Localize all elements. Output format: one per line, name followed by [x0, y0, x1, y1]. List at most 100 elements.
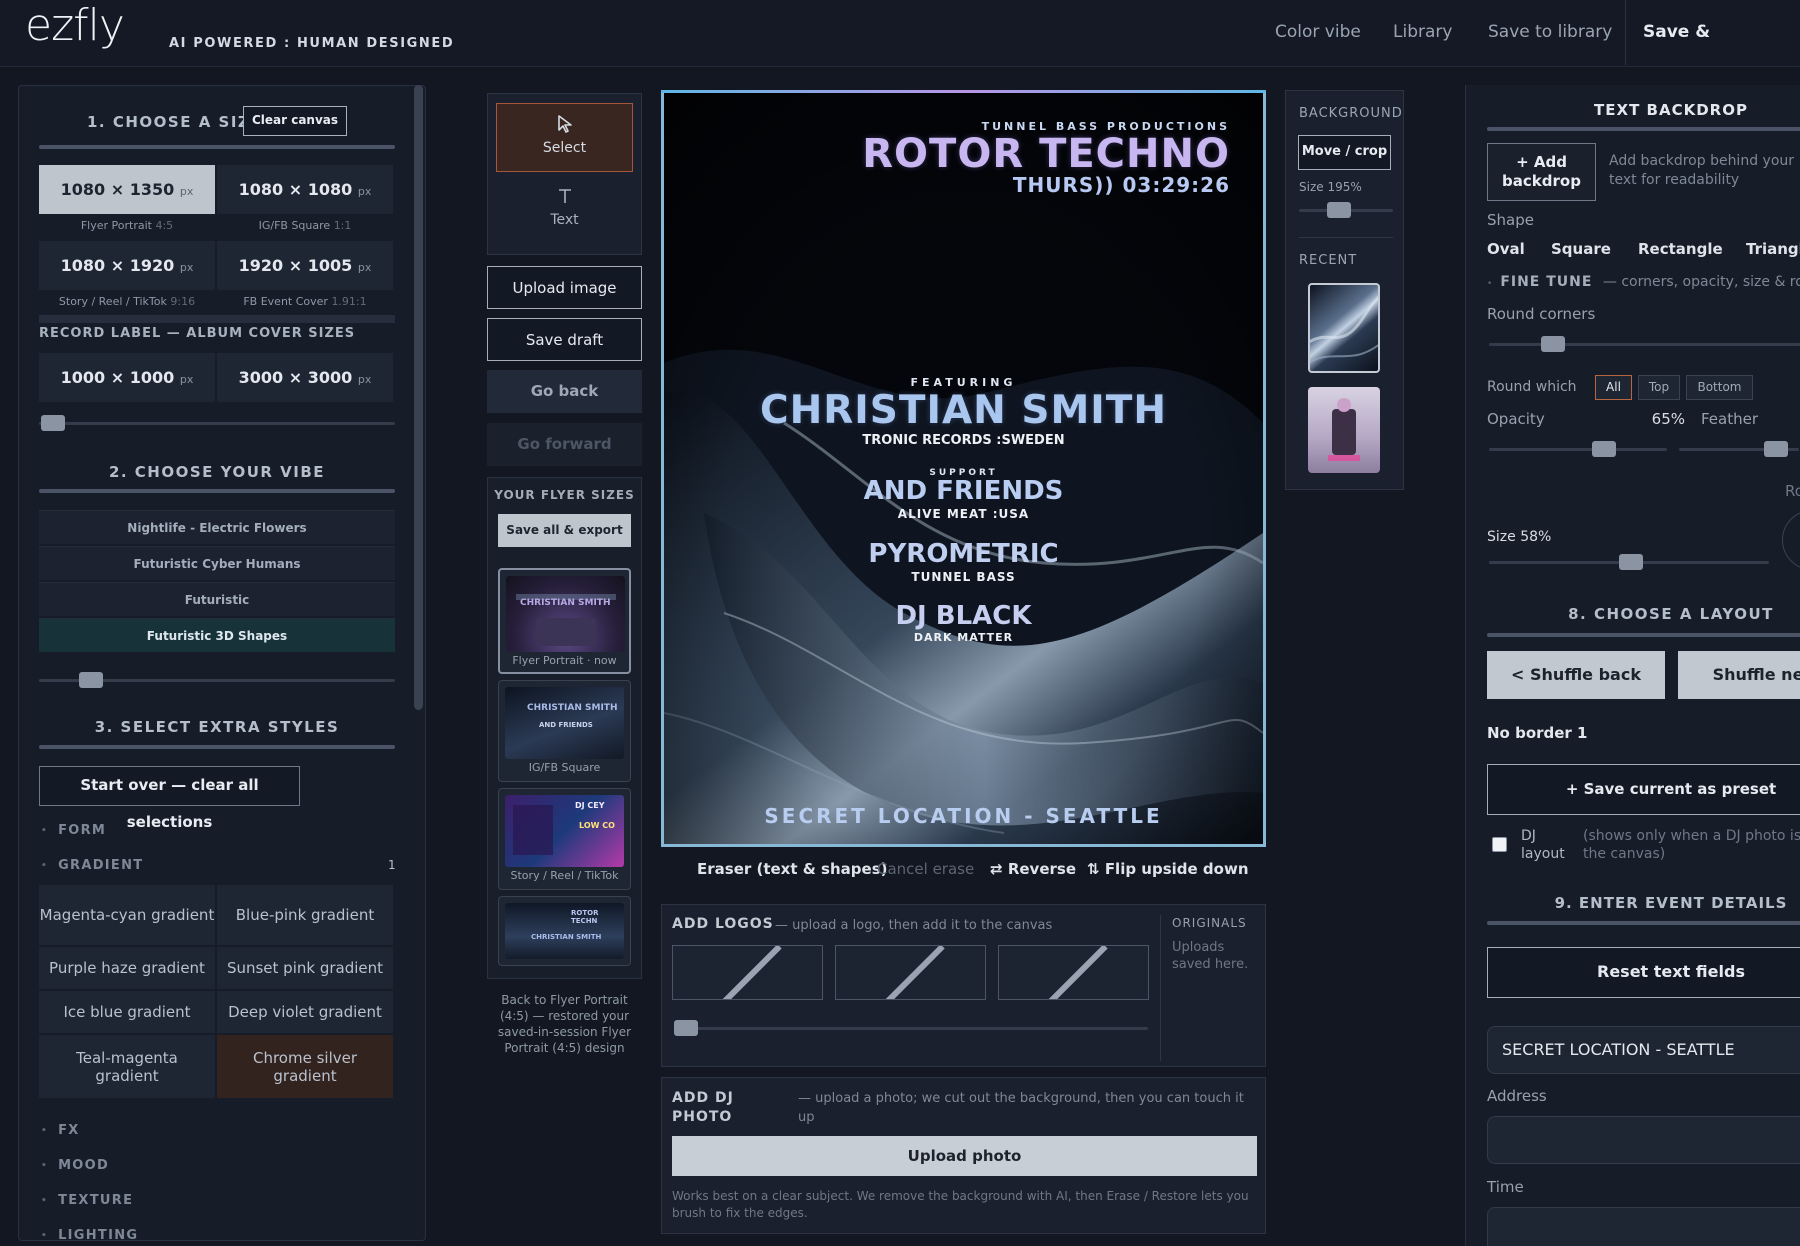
nav-save-to-library[interactable]: Save to library	[1488, 0, 1612, 65]
canvas-act4[interactable]: DJ BLACK	[664, 601, 1263, 631]
clear-canvas-button[interactable]: Clear canvas	[243, 106, 347, 136]
canvas-top-accent	[661, 90, 1266, 93]
dj-layout-checkbox[interactable]	[1492, 837, 1507, 852]
app-logo[interactable]: ezfly	[25, 0, 125, 52]
text-tool[interactable]: Text	[496, 176, 633, 245]
cancel-erase-button[interactable]: Cancel erase	[877, 860, 974, 878]
canvas-act3-sub[interactable]: TUNNEL BASS	[664, 570, 1263, 584]
upload-image-button[interactable]: Upload image	[487, 266, 642, 309]
vibe-electric-flowers[interactable]: Nightlife - Electric Flowers	[39, 510, 395, 544]
gradient-teal-magenta[interactable]: Teal-magenta gradient	[39, 1035, 215, 1098]
select-tool[interactable]: Select	[496, 103, 633, 172]
canvas-act4-sub[interactable]: DARK MATTER	[664, 631, 1263, 644]
round-top-option[interactable]: Top	[1638, 375, 1680, 400]
gradient-chrome-silver[interactable]: Chrome silver gradient	[217, 1035, 393, 1098]
vibe-3d-shapes[interactable]: Futuristic 3D Shapes	[39, 618, 395, 652]
gradient-blue-pink[interactable]: Blue-pink gradient	[217, 885, 393, 945]
vibe-cyber-humans[interactable]: Futuristic Cyber Humans	[39, 546, 395, 580]
originals-hint: Uploads saved here.	[1172, 940, 1249, 972]
round-corners-thumb[interactable]	[1541, 336, 1565, 352]
flyer-size-thumb-portrait[interactable]: CHRISTIAN SMITH Flyer Portrait · now	[498, 568, 631, 674]
flip-button[interactable]: ⇅ Flip upside down	[1087, 860, 1249, 878]
nav-save-download[interactable]: Save & Download	[1643, 0, 1800, 107]
address-input[interactable]	[1487, 1116, 1800, 1164]
fine-tune-toggle[interactable]: • FINE TUNE — corners, opacity, size & ro…	[1487, 274, 1800, 290]
nav-color-vibe[interactable]: Color vibe	[1275, 0, 1361, 65]
shape-triangle[interactable]: Triangle	[1746, 240, 1800, 258]
logo-slot-2[interactable]	[835, 945, 986, 1000]
address-label: Address	[1487, 1087, 1547, 1105]
text-backdrop-title: TEXT BACKDROP	[1594, 101, 1748, 119]
canvas-support-sub[interactable]: ALIVE MEAT :USA	[664, 507, 1263, 521]
logo-slot-1[interactable]	[672, 945, 823, 1000]
category-mood[interactable]: MOOD	[41, 1158, 109, 1173]
size-album-3000[interactable]: 3000 × 3000 px	[217, 353, 393, 402]
category-fx[interactable]: FX	[41, 1123, 80, 1138]
size-flyer-portrait[interactable]: 1080 × 1350 px	[39, 165, 215, 214]
save-preset-button[interactable]: + Save current as preset	[1487, 764, 1800, 815]
logos-scroll-thumb[interactable]	[674, 1020, 698, 1036]
gradient-purple-haze[interactable]: Purple haze gradient	[39, 947, 215, 989]
shape-oval[interactable]: Oval	[1487, 240, 1525, 258]
gradient-ice-blue[interactable]: Ice blue gradient	[39, 991, 215, 1033]
gradient-deep-violet[interactable]: Deep violet gradient	[217, 991, 393, 1033]
gradient-magenta-cyan[interactable]: Magenta-cyan gradient	[39, 885, 215, 945]
reverse-button[interactable]: ⇄ Reverse	[990, 860, 1076, 878]
background-size-thumb[interactable]	[1327, 202, 1351, 218]
size-story[interactable]: 1080 × 1920 px	[39, 241, 215, 290]
shape-rectangle[interactable]: Rectangle	[1638, 240, 1723, 258]
rotation-dial[interactable]	[1782, 510, 1800, 570]
backdrop-size-thumb[interactable]	[1619, 554, 1643, 570]
size-dims: 1920 × 1005	[238, 256, 353, 275]
size-fb-cover[interactable]: 1920 × 1005 px	[217, 241, 393, 290]
canvas-event-title[interactable]: ROTOR TECHNO	[862, 131, 1230, 177]
category-form[interactable]: FORM	[41, 823, 106, 838]
start-over-button[interactable]: Start over — clear all selections	[39, 766, 300, 831]
move-crop-button[interactable]: Move / crop	[1298, 135, 1391, 170]
size-ig-square[interactable]: 1080 × 1080 px	[217, 165, 393, 214]
size-album-1000[interactable]: 1000 × 1000 px	[39, 353, 215, 402]
category-texture[interactable]: TEXTURE	[41, 1193, 133, 1208]
left-panel-scrollbar[interactable]	[414, 85, 423, 710]
save-all-export-button[interactable]: Save all & export	[498, 514, 631, 547]
size-scroll-thumb[interactable]	[41, 415, 65, 431]
canvas-headliner-sub[interactable]: TRONIC RECORDS :SWEDEN	[664, 433, 1263, 448]
canvas-datetime[interactable]: THURS)) 03:29:26	[1013, 173, 1230, 197]
flyer-size-thumb-square[interactable]: CHRISTIAN SMITH AND FRIENDS IG/FB Square	[498, 680, 631, 782]
thumbnail-label: IG/FB Square	[528, 761, 601, 774]
shuffle-back-button[interactable]: < Shuffle back	[1487, 651, 1665, 699]
shape-square[interactable]: Square	[1551, 240, 1611, 258]
canvas-support-act[interactable]: AND FRIENDS	[664, 476, 1263, 506]
time-input[interactable]	[1487, 1207, 1800, 1246]
vibe-scroll-thumb[interactable]	[79, 672, 103, 688]
opacity-thumb[interactable]	[1592, 441, 1616, 457]
go-forward-button[interactable]: Go forward	[487, 423, 642, 466]
save-draft-button[interactable]: Save draft	[487, 318, 642, 361]
canvas-act3[interactable]: PYROMETRIC	[664, 539, 1263, 569]
shuffle-next-button[interactable]: Shuffle next	[1678, 651, 1800, 699]
vibe-futuristic[interactable]: Futuristic	[39, 582, 395, 616]
venue-input[interactable]: SECRET LOCATION - SEATTLE	[1487, 1026, 1800, 1074]
flyer-canvas[interactable]: TUNNEL BASS PRODUCTIONS ROTOR TECHNO THU…	[661, 90, 1266, 847]
flyer-size-thumb-cover[interactable]: ROTOR TECHN CHRISTIAN SMITH	[498, 896, 631, 966]
logo-slot-3[interactable]	[998, 945, 1149, 1000]
feather-thumb[interactable]	[1764, 441, 1788, 457]
canvas-headliner[interactable]: CHRISTIAN SMITH	[664, 388, 1263, 433]
add-backdrop-button[interactable]: + Add backdrop	[1487, 143, 1596, 201]
recent-background-thumb[interactable]	[1308, 283, 1380, 373]
canvas-venue[interactable]: SECRET LOCATION - SEATTLE	[664, 804, 1263, 828]
gradient-sunset-pink[interactable]: Sunset pink gradient	[217, 947, 393, 989]
nav-library[interactable]: Library	[1393, 0, 1452, 65]
opacity-label: Opacity	[1487, 410, 1545, 428]
shape-label: Shape	[1487, 211, 1534, 229]
eraser-button[interactable]: Eraser (text & shapes)	[697, 860, 887, 878]
recent-background-thumb[interactable]	[1308, 387, 1380, 473]
go-back-button[interactable]: Go back	[487, 370, 642, 413]
round-bottom-option[interactable]: Bottom	[1686, 375, 1753, 400]
flyer-size-thumb-story[interactable]: DJ CEY LOW CO Story / Reel / TikTok	[498, 788, 631, 890]
upload-photo-button[interactable]: Upload photo	[672, 1136, 1257, 1176]
reset-text-fields-button[interactable]: Reset text fields	[1487, 947, 1800, 998]
category-gradient[interactable]: GRADIENT	[41, 858, 143, 873]
category-lighting[interactable]: LIGHTING	[41, 1228, 138, 1240]
round-all-option[interactable]: All	[1595, 375, 1632, 400]
